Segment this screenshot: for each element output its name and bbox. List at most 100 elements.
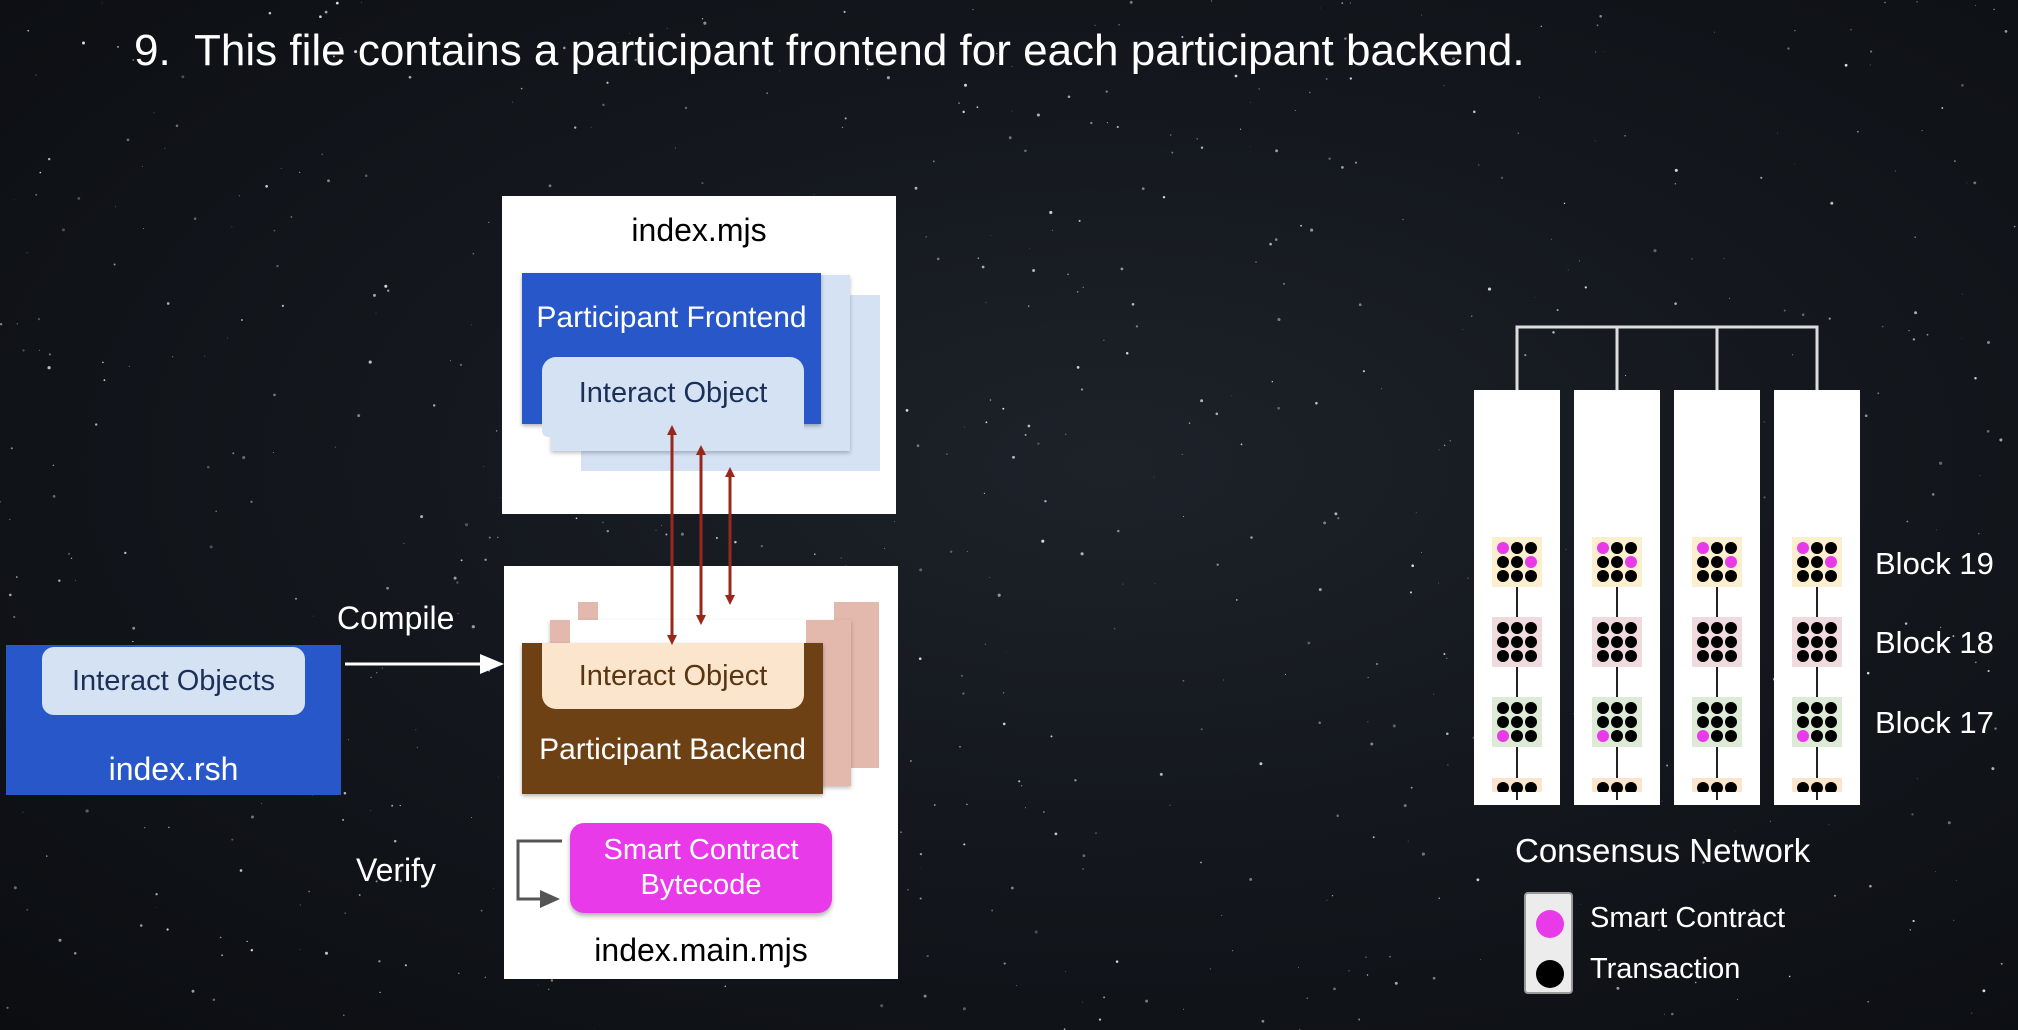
transaction-dot [1625, 782, 1637, 792]
transaction-dot [1725, 650, 1737, 662]
transaction-dot [1811, 542, 1823, 554]
transaction-dot [1725, 730, 1737, 742]
transaction-dot [1597, 782, 1609, 792]
transaction-dot [1825, 782, 1837, 792]
transaction-dot [1611, 622, 1623, 634]
transaction-dot [1711, 542, 1723, 554]
transaction-dot [1625, 542, 1637, 554]
transaction-dot [1711, 730, 1723, 742]
transaction-dot [1525, 730, 1537, 742]
block-cell-partial [1792, 778, 1842, 792]
transaction-dot [1511, 716, 1523, 728]
network-node-4 [1774, 390, 1860, 805]
transaction-dot [1811, 556, 1823, 568]
network-connector-lines [1515, 325, 1819, 390]
transaction-dot [1825, 636, 1837, 648]
transaction-dot [1825, 716, 1837, 728]
block-cell [1492, 537, 1542, 587]
transaction-dot [1525, 622, 1537, 634]
transaction-dot [1697, 702, 1709, 714]
transaction-dot [1625, 570, 1637, 582]
transaction-dot [1497, 716, 1509, 728]
transaction-dot [1611, 730, 1623, 742]
smart-contract-dot [1525, 556, 1537, 568]
transaction-dot [1611, 636, 1623, 648]
transaction-dot [1511, 542, 1523, 554]
transaction-dot [1797, 650, 1809, 662]
transaction-dot [1497, 702, 1509, 714]
transaction-dot [1811, 782, 1823, 792]
transaction-dot [1511, 782, 1523, 792]
transaction-dot [1511, 650, 1523, 662]
smart-contract-dot [1797, 542, 1809, 554]
transaction-dot [1511, 636, 1523, 648]
transaction-dot [1611, 542, 1623, 554]
transaction-dot [1597, 702, 1609, 714]
smart-contract-dot [1597, 542, 1609, 554]
transaction-dot [1497, 650, 1509, 662]
transaction-dot [1525, 716, 1537, 728]
transaction-dot [1597, 636, 1609, 648]
block-cell [1692, 537, 1742, 587]
transaction-dot [1525, 650, 1537, 662]
transaction-dot [1611, 702, 1623, 714]
network-legend [1524, 892, 1573, 994]
transaction-dot [1811, 570, 1823, 582]
transaction-dot [1711, 622, 1723, 634]
transaction-dot [1611, 782, 1623, 792]
transaction-dot [1525, 702, 1537, 714]
block-cell [1592, 617, 1642, 667]
network-node-2 [1574, 390, 1660, 805]
transaction-dot [1697, 650, 1709, 662]
transaction-dot [1725, 622, 1737, 634]
transaction-dot [1497, 622, 1509, 634]
transaction-dot [1825, 570, 1837, 582]
transaction-dot [1697, 570, 1709, 582]
transaction-dot [1697, 716, 1709, 728]
transaction-dot [1725, 570, 1737, 582]
transaction-dot [1511, 730, 1523, 742]
transaction-dot [1697, 636, 1709, 648]
block-cell-partial [1592, 778, 1642, 792]
transaction-dot [1597, 622, 1609, 634]
transaction-dot [1625, 650, 1637, 662]
transaction-dot [1797, 782, 1809, 792]
smart-contract-dot [1497, 542, 1509, 554]
transaction-dot [1797, 702, 1809, 714]
legend-transaction-label: Transaction [1590, 953, 1741, 985]
transaction-dot [1811, 622, 1823, 634]
smart-contract-legend-dot-icon [1536, 910, 1564, 938]
smart-contract-dot [1497, 730, 1509, 742]
transaction-dot [1711, 782, 1723, 792]
transaction-dot [1811, 730, 1823, 742]
transaction-legend-dot-icon [1536, 960, 1564, 988]
transaction-dot [1725, 782, 1737, 792]
transaction-dot [1711, 650, 1723, 662]
transaction-dot [1597, 556, 1609, 568]
transaction-dot [1611, 556, 1623, 568]
transaction-dot [1511, 702, 1523, 714]
block-18-label: Block 18 [1875, 625, 1994, 660]
transaction-dot [1725, 542, 1737, 554]
transaction-dot [1725, 716, 1737, 728]
compile-arrow-head-icon [480, 654, 504, 674]
block-17-label: Block 17 [1875, 705, 1994, 740]
network-node-1 [1474, 390, 1560, 805]
transaction-dot [1497, 556, 1509, 568]
block-cell [1592, 537, 1642, 587]
network-node-3 [1674, 390, 1760, 805]
transaction-dot [1525, 636, 1537, 648]
block-cell [1792, 697, 1842, 747]
smart-contract-dot [1725, 556, 1737, 568]
transaction-dot [1497, 636, 1509, 648]
block-19-label: Block 19 [1875, 546, 1994, 581]
block-cell [1692, 697, 1742, 747]
transaction-dot [1711, 636, 1723, 648]
block-cell [1792, 537, 1842, 587]
transaction-dot [1825, 622, 1837, 634]
block-cell-partial [1492, 778, 1542, 792]
block-cell [1492, 617, 1542, 667]
transaction-dot [1711, 702, 1723, 714]
transaction-dot [1797, 716, 1809, 728]
transaction-dot [1611, 650, 1623, 662]
